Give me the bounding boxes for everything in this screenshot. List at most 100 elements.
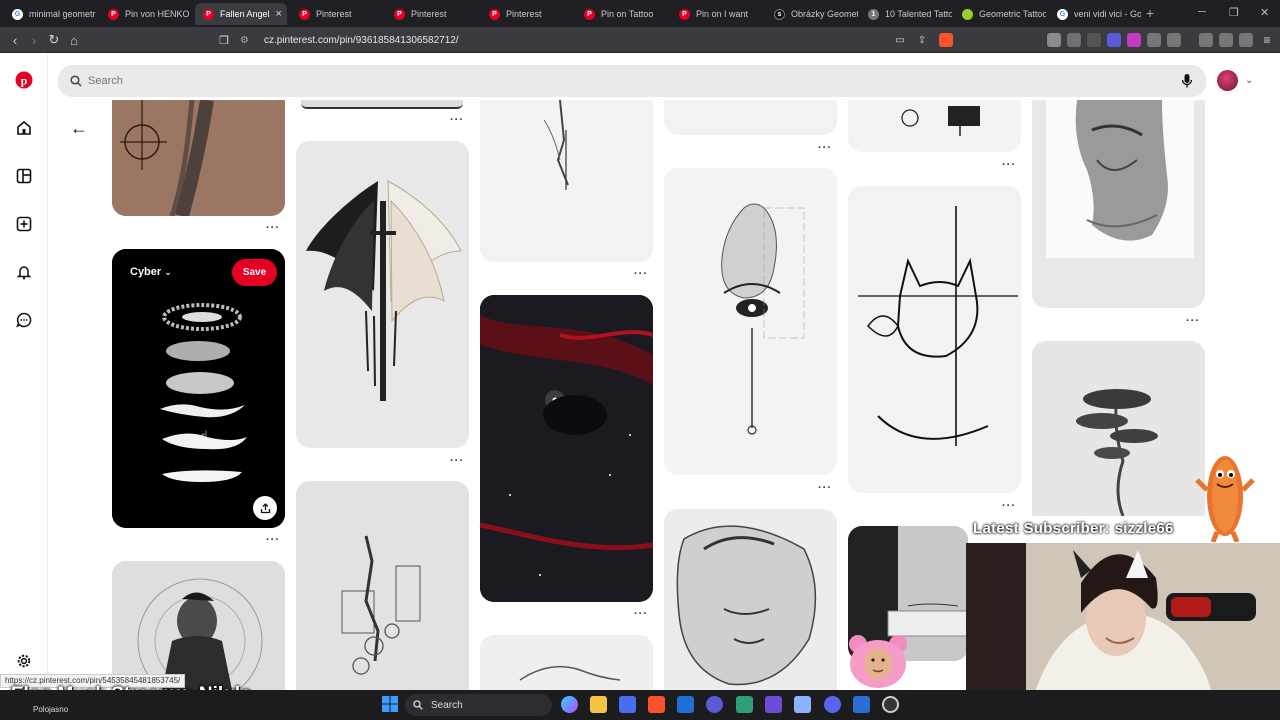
latest-subscriber-overlay: Latest Subscriber: sizzle66 (973, 520, 1174, 537)
obs-icon[interactable] (882, 696, 899, 713)
browser-tab[interactable]: s Obrázky Geomet (766, 3, 858, 25)
browser-tab[interactable]: P Pinterest (386, 3, 478, 25)
google-icon: G (1057, 8, 1068, 20)
pin-card[interactable] (480, 635, 653, 690)
pin-card[interactable] (1032, 341, 1205, 516)
more-options-icon[interactable]: ··· (1002, 500, 1016, 512)
pin-card[interactable] (112, 561, 285, 690)
pin-card[interactable] (301, 100, 463, 109)
pin-card[interactable] (296, 141, 469, 448)
notepad-icon[interactable] (794, 696, 811, 713)
pin-card[interactable] (480, 295, 653, 602)
new-tab-icon[interactable]: + (1146, 5, 1154, 21)
share-button[interactable] (253, 496, 277, 520)
notifications-bell-icon[interactable] (14, 262, 34, 282)
restore-icon[interactable]: ❐ (1229, 6, 1239, 19)
home-icon[interactable] (14, 118, 34, 138)
more-options-icon[interactable]: ··· (818, 482, 832, 494)
search-bar[interactable] (58, 65, 1206, 97)
pin-card[interactable] (664, 509, 837, 690)
messages-icon[interactable] (14, 310, 34, 330)
download-icon[interactable] (1199, 33, 1213, 47)
app-icon[interactable] (765, 696, 782, 713)
pinterest-logo-icon[interactable]: p (14, 70, 34, 90)
file-explorer-icon[interactable] (590, 696, 607, 713)
taskbar-search[interactable]: Search (405, 694, 552, 716)
store-icon[interactable] (619, 696, 636, 713)
music-icon[interactable] (1219, 33, 1233, 47)
back-icon[interactable]: ‹ (6, 31, 24, 49)
pin-card[interactable] (848, 100, 1021, 152)
extension-icon[interactable] (1107, 33, 1121, 47)
forward-icon[interactable]: › (25, 31, 43, 49)
save-button[interactable]: Save (232, 259, 277, 286)
pin-card-hovered[interactable] (112, 249, 285, 528)
more-options-icon[interactable]: ··· (450, 114, 464, 126)
browser-tab[interactable]: G veni vidi vici - Go (1049, 3, 1141, 25)
more-options-icon[interactable]: ··· (818, 142, 832, 154)
extension-icon[interactable] (1087, 33, 1101, 47)
pin-card[interactable] (664, 168, 837, 475)
weather-status[interactable]: Polojasno (33, 705, 68, 714)
pin-card[interactable] (296, 481, 469, 690)
more-options-icon[interactable]: ··· (634, 268, 648, 280)
screen-icon[interactable]: ▭ (891, 31, 909, 49)
app-icon[interactable] (736, 696, 753, 713)
puzzle-icon[interactable] (1147, 33, 1161, 47)
close-window-icon[interactable]: ✕ (1260, 6, 1269, 19)
outlook-icon[interactable] (677, 696, 694, 713)
browser-tab[interactable]: G minimal geometr (4, 3, 96, 25)
pin-card[interactable] (480, 100, 653, 262)
panel-icon[interactable] (1239, 33, 1253, 47)
reload-icon[interactable]: ↻ (45, 31, 63, 49)
more-options-icon[interactable]: ··· (266, 534, 280, 546)
copilot-icon[interactable] (561, 696, 578, 713)
chevron-down-icon[interactable]: ⌄ (1245, 75, 1253, 86)
extension-icon[interactable] (1067, 33, 1081, 47)
browser-tab[interactable]: P Pin on Tattoo (576, 3, 668, 25)
discord-icon[interactable] (824, 696, 841, 713)
share-icon[interactable]: ⇪ (913, 31, 931, 49)
board-selector[interactable]: Cyber ⌄ (130, 266, 172, 278)
sidebar-toggle-icon[interactable] (1167, 33, 1181, 47)
minimize-icon[interactable]: ─ (1198, 6, 1206, 18)
extension-icon[interactable] (1047, 33, 1061, 47)
browser-tab[interactable]: P Pin on I want (671, 3, 763, 25)
browser-tab[interactable]: P Pinterest (291, 3, 383, 25)
pin-card[interactable] (112, 100, 285, 216)
more-options-icon[interactable]: ··· (1186, 315, 1200, 327)
board-name: Cyber (130, 266, 162, 278)
more-options-icon[interactable]: ··· (1002, 159, 1016, 171)
browser-tab[interactable]: P Pin von HENKO a (100, 3, 192, 25)
tab-title: Pinterest (506, 9, 542, 19)
browser-tab-active[interactable]: P Fallen Angel × (195, 3, 287, 25)
word-icon[interactable] (853, 696, 870, 713)
close-tab-icon[interactable]: × (276, 8, 282, 20)
extension-icon[interactable] (1127, 33, 1141, 47)
brave-shield-icon[interactable] (939, 33, 953, 47)
browser-tab[interactable]: P Pinterest (481, 3, 573, 25)
avatar[interactable] (1217, 70, 1238, 91)
settings-gear-icon[interactable] (14, 651, 34, 671)
brave-browser-icon[interactable] (648, 696, 665, 713)
more-options-icon[interactable]: ··· (450, 455, 464, 467)
explore-icon[interactable] (14, 166, 34, 186)
back-arrow-icon[interactable]: ← (70, 118, 88, 139)
bookmark-icon[interactable]: ❐ (215, 31, 233, 49)
pinterest-icon: P (489, 8, 500, 20)
pin-card[interactable] (848, 186, 1021, 493)
app-icon[interactable] (706, 696, 723, 713)
pin-card[interactable] (1032, 100, 1205, 308)
browser-tab[interactable]: Geometric Tattoo (954, 3, 1046, 25)
create-icon[interactable] (14, 214, 34, 234)
menu-icon[interactable]: ≡ (1258, 31, 1276, 49)
pin-card[interactable] (664, 100, 837, 135)
more-options-icon[interactable]: ··· (634, 608, 648, 620)
search-input[interactable] (88, 75, 988, 87)
more-options-icon[interactable]: ··· (266, 222, 280, 234)
windows-start-icon[interactable] (382, 696, 398, 712)
address-field[interactable]: ⚙ cz.pinterest.com/pin/93618584130658271… (240, 31, 459, 49)
browser-tab[interactable]: 1 10 Talented Tatto (860, 3, 952, 25)
microphone-icon[interactable] (1181, 73, 1193, 89)
home-icon[interactable]: ⌂ (65, 31, 83, 49)
